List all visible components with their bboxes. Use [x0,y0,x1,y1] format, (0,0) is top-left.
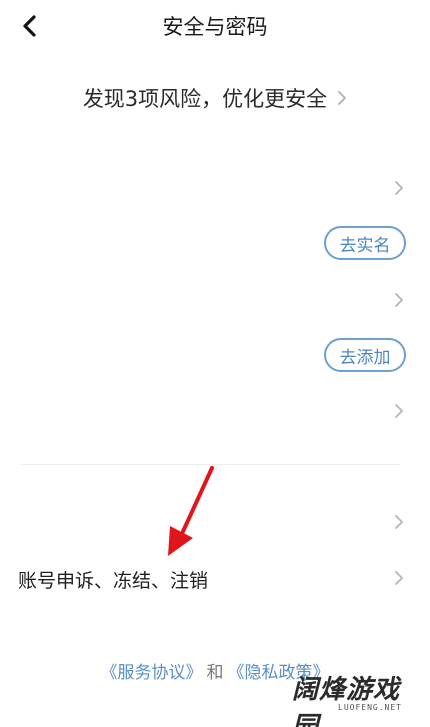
chevron-right-icon [338,91,347,105]
go-add-button[interactable]: 去添加 [324,338,406,372]
chevron-right-icon [395,571,403,585]
page-title: 安全与密码 [162,15,268,39]
watermark-subtitle: LUOFENG.NET [338,703,402,712]
settings-row-realname[interactable]: 去实名 [0,215,430,271]
risk-banner[interactable]: 发现3项风险，优化更安全 [0,78,430,118]
go-realname-button[interactable]: 去实名 [324,226,406,260]
settings-row-5[interactable] [0,383,430,439]
section-divider [20,464,400,465]
footer-and-text: 和 [206,663,224,683]
settings-row-1[interactable] [0,160,430,216]
site-watermark: 阔烽游戏园 LUOFENG.NET [292,669,424,727]
service-agreement-link[interactable]: 《服务协议》 [101,663,203,683]
risk-banner-text: 发现3项风险，优化更安全 [82,87,328,111]
chevron-right-icon [395,181,403,195]
settings-row-add[interactable]: 去添加 [0,327,430,383]
header-bar: 安全与密码 [0,0,430,52]
settings-row-6[interactable] [0,494,430,550]
chevron-right-icon [395,404,403,418]
watermark-title: 阔烽游戏园 [292,675,401,727]
settings-row-3[interactable] [0,272,430,328]
chevron-right-icon [395,515,403,529]
chevron-right-icon [395,293,403,307]
account-appeal-label: 账号申诉、冻结、注销 [18,570,209,592]
